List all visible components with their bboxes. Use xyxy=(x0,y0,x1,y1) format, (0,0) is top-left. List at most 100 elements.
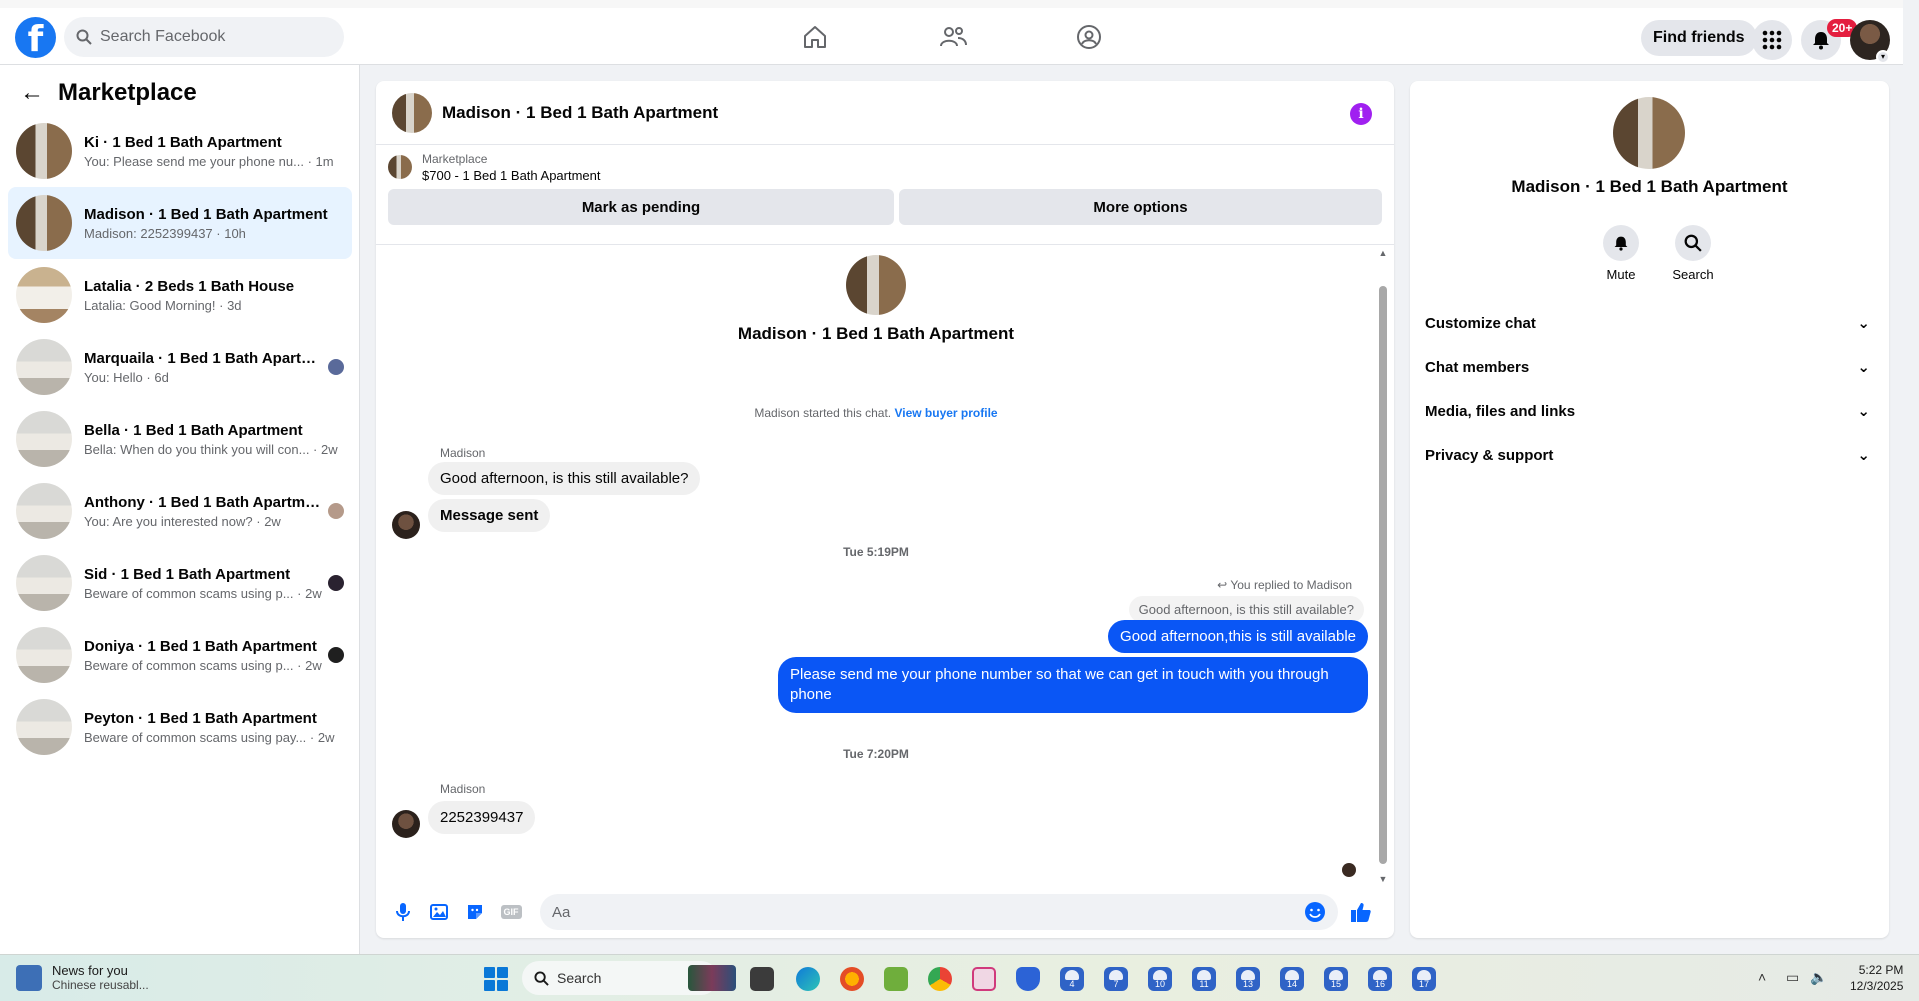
conversation-item-doniya[interactable]: Doniya · 1 Bed 1 Bath Apartment Beware of… xyxy=(8,619,352,691)
outgoing-message[interactable]: Good afternoon,this is still available xyxy=(1108,620,1368,653)
scroll-down-arrow-icon[interactable]: ▼ xyxy=(1378,874,1388,884)
read-receipt-avatar xyxy=(328,503,344,519)
info-icon[interactable]: i xyxy=(1350,103,1372,125)
conversation-item-bella[interactable]: Bella · 1 Bed 1 Bath Apartment Bella: Whe… xyxy=(8,403,352,475)
read-receipt-avatar xyxy=(328,575,344,591)
customize-chat-section[interactable]: Customize chat ⌄ xyxy=(1425,301,1874,345)
taskbar-app-badge[interactable]: 15 xyxy=(1324,967,1348,991)
taskbar-app-badge[interactable]: 4 xyxy=(1060,967,1084,991)
taskbar-search-input[interactable] xyxy=(557,970,657,986)
message-input-container[interactable] xyxy=(540,894,1338,930)
conversation-preview: Latalia: Good Morning! · 3d xyxy=(84,297,242,313)
volume-icon[interactable]: 🔈 xyxy=(1810,969,1827,986)
home-icon[interactable] xyxy=(798,22,832,52)
emoji-icon[interactable] xyxy=(1304,901,1326,923)
taskbar-app-badge[interactable]: 11 xyxy=(1192,967,1216,991)
listing-summary[interactable]: Marketplace $700 - 1 Bed 1 Bath Apartmen… xyxy=(376,145,1394,189)
facebook-search-box[interactable] xyxy=(64,17,344,57)
search-icon[interactable] xyxy=(1675,225,1711,261)
search-input[interactable] xyxy=(100,28,320,46)
conversation-item-latalia[interactable]: Latalia · 2 Beds 1 Bath House Latalia: Go… xyxy=(8,259,352,331)
mute-label: Mute xyxy=(1606,267,1636,282)
listing-thumbnail xyxy=(16,483,72,539)
taskbar-app-badge[interactable]: 7 xyxy=(1104,967,1128,991)
details-title: Madison · 1 Bed 1 Bath Apartment xyxy=(1511,177,1788,196)
scroll-up-arrow-icon[interactable]: ▲ xyxy=(1378,248,1388,258)
incoming-message[interactable]: Good afternoon, is this still available? xyxy=(428,462,701,495)
sender-label: Madison xyxy=(440,446,486,460)
conversation-item-sid[interactable]: Sid · 1 Bed 1 Bath Apartment Beware of co… xyxy=(8,547,352,619)
search-highlight-image[interactable] xyxy=(688,965,736,991)
account-chevron-icon[interactable]: ▾ xyxy=(1876,50,1890,64)
groups-icon[interactable] xyxy=(1072,22,1106,52)
firefox-icon[interactable] xyxy=(840,967,864,991)
incoming-message[interactable]: 2252399437 xyxy=(428,801,536,834)
chat-title[interactable]: Madison · 1 Bed 1 Bath Apartment xyxy=(442,103,718,123)
conversation-item-peyton[interactable]: Peyton · 1 Bed 1 Bath Apartment Beware of… xyxy=(8,691,352,763)
taskbar-app-badge[interactable]: 10 xyxy=(1148,967,1172,991)
quoted-message[interactable]: Good afternoon, is this still available? xyxy=(1128,596,1364,623)
scroll-thumb[interactable] xyxy=(1379,286,1387,864)
like-thumbs-up-icon[interactable] xyxy=(1346,897,1376,927)
search-action[interactable]: Search xyxy=(1663,225,1723,282)
file-explorer-icon[interactable] xyxy=(750,967,774,991)
friends-icon[interactable] xyxy=(936,22,970,52)
facebook-logo[interactable]: f xyxy=(15,17,56,58)
taskbar-app-badge[interactable]: 17 xyxy=(1412,967,1436,991)
sender-avatar[interactable] xyxy=(392,810,420,838)
photo-icon[interactable] xyxy=(424,897,454,927)
details-avatar[interactable] xyxy=(1613,97,1685,169)
sender-avatar[interactable] xyxy=(392,511,420,539)
message-timestamp: Tue 5:19PM xyxy=(843,545,909,559)
chat-members-section[interactable]: Chat members ⌄ xyxy=(1425,345,1874,389)
conversation-title: Madison · 1 Bed 1 Bath Apartment xyxy=(84,205,328,223)
snipping-tool-icon[interactable] xyxy=(972,967,996,991)
menu-grid-icon[interactable] xyxy=(1752,20,1792,60)
listing-thumbnail xyxy=(16,123,72,179)
thread-title: Madison · 1 Bed 1 Bath Apartment xyxy=(737,324,1015,343)
notes-app-icon[interactable] xyxy=(884,967,908,991)
section-label: Privacy & support xyxy=(1425,446,1554,464)
listing-thumbnail xyxy=(388,155,412,179)
conversation-preview: Beware of common scams using p... · 2w xyxy=(84,657,322,673)
media-files-links-section[interactable]: Media, files and links ⌄ xyxy=(1425,389,1874,433)
thread-scrollbar[interactable]: ▲ ▼ xyxy=(1378,246,1388,886)
back-arrow-icon[interactable]: ← xyxy=(20,81,44,105)
conversation-title: Latalia · 2 Beds 1 Bath House xyxy=(84,277,295,295)
microphone-icon[interactable] xyxy=(388,897,418,927)
windows-start-icon[interactable] xyxy=(484,967,508,991)
conversation-item-ki[interactable]: Ki · 1 Bed 1 Bath Apartment You: Please s… xyxy=(8,115,352,187)
conversation-item-anthony[interactable]: Anthony · 1 Bed 1 Bath Apartment You: Are… xyxy=(8,475,352,547)
chevron-up-icon[interactable]: ˄ xyxy=(1758,969,1766,985)
chrome-icon[interactable] xyxy=(928,967,952,991)
gif-icon[interactable]: GIF xyxy=(496,897,526,927)
sticker-icon[interactable] xyxy=(460,897,490,927)
listing-thumbnail xyxy=(16,267,72,323)
taskbar-app-badge[interactable]: 14 xyxy=(1280,967,1304,991)
more-options-button[interactable]: More options xyxy=(899,189,1382,225)
conversation-item-marquaila[interactable]: Marquaila · 1 Bed 1 Bath Apartm... You: H… xyxy=(8,331,352,403)
incoming-message[interactable]: Message sent xyxy=(428,499,551,532)
taskbar-app-badge[interactable]: 13 xyxy=(1236,967,1260,991)
view-buyer-profile-link[interactable]: View buyer profile xyxy=(894,406,997,420)
privacy-support-section[interactable]: Privacy & support ⌄ xyxy=(1425,433,1874,477)
conversation-preview: Beware of common scams using p... · 2w xyxy=(84,585,322,601)
system-clock[interactable]: 5:22 PM 12/3/2025 xyxy=(1850,962,1903,994)
news-widget[interactable]: News for you Chinese reusabl... xyxy=(16,963,149,992)
message-composer: GIF xyxy=(376,886,1394,938)
mark-as-pending-button[interactable]: Mark as pending xyxy=(388,189,894,225)
bell-icon[interactable] xyxy=(1603,225,1639,261)
listing-thumbnail xyxy=(16,627,72,683)
conversation-item-madison[interactable]: Madison · 1 Bed 1 Bath Apartment Madison:… xyxy=(8,187,352,259)
search-icon xyxy=(534,970,549,986)
mute-action[interactable]: Mute xyxy=(1591,225,1651,282)
outgoing-message[interactable]: Please send me your phone number so that… xyxy=(778,657,1368,713)
edge-browser-icon[interactable] xyxy=(796,967,820,991)
find-friends-button[interactable]: Find friends xyxy=(1641,20,1757,56)
chevron-down-icon: ⌄ xyxy=(1857,359,1870,376)
message-input[interactable] xyxy=(552,903,1304,921)
network-icon[interactable]: ▭ xyxy=(1786,969,1799,986)
shield-icon[interactable] xyxy=(1016,967,1040,991)
chat-avatar[interactable] xyxy=(392,92,432,133)
taskbar-app-badge[interactable]: 16 xyxy=(1368,967,1392,991)
